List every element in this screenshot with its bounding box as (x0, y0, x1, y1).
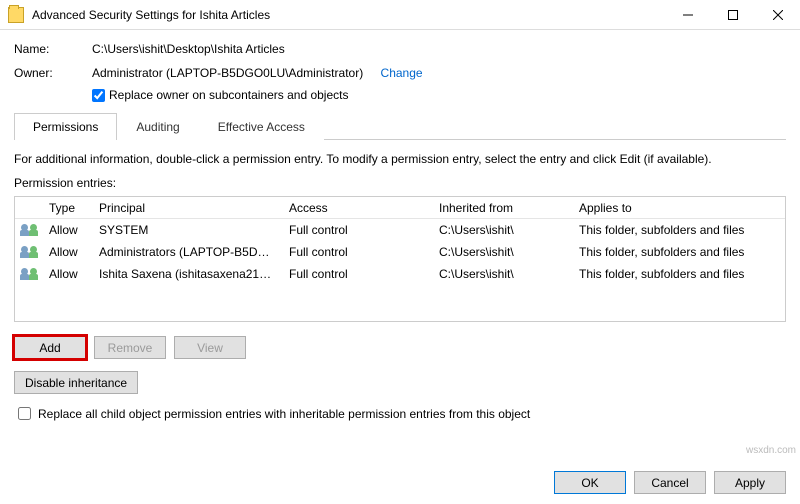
dialog-buttons: OK Cancel Apply (554, 471, 786, 494)
col-inherited[interactable]: Inherited from (433, 201, 573, 215)
replace-owner-label: Replace owner on subcontainers and objec… (109, 88, 348, 102)
cell-principal: SYSTEM (93, 223, 283, 237)
titlebar: Advanced Security Settings for Ishita Ar… (0, 0, 800, 30)
disable-inheritance-button[interactable]: Disable inheritance (14, 371, 138, 394)
cell-access: Full control (283, 245, 433, 259)
apply-button[interactable]: Apply (714, 471, 786, 494)
name-row: Name: C:\Users\ishit\Desktop\Ishita Arti… (14, 42, 786, 56)
cell-applies: This folder, subfolders and files (573, 245, 785, 259)
remove-button: Remove (94, 336, 166, 359)
entry-buttons: Add Remove View (14, 336, 786, 359)
name-value: C:\Users\ishit\Desktop\Ishita Articles (92, 42, 285, 56)
tab-strip: Permissions Auditing Effective Access (14, 112, 786, 140)
maximize-icon (728, 10, 738, 20)
cell-access: Full control (283, 223, 433, 237)
table-row[interactable]: AllowSYSTEMFull controlC:\Users\ishit\Th… (15, 219, 785, 241)
col-access[interactable]: Access (283, 201, 433, 215)
replace-all-row[interactable]: Replace all child object permission entr… (14, 404, 786, 423)
disable-inheritance-row: Disable inheritance (14, 371, 786, 394)
principal-icon (15, 268, 43, 280)
watermark: wsxdn.com (746, 445, 796, 456)
close-icon (773, 10, 783, 20)
cell-principal: Administrators (LAPTOP-B5DGO... (93, 245, 283, 259)
tab-permissions[interactable]: Permissions (14, 113, 117, 140)
table-body: AllowSYSTEMFull controlC:\Users\ishit\Th… (15, 219, 785, 285)
col-applies[interactable]: Applies to (573, 201, 785, 215)
cancel-button[interactable]: Cancel (634, 471, 706, 494)
permissions-table: Type Principal Access Inherited from App… (14, 196, 786, 322)
content-area: Name: C:\Users\ishit\Desktop\Ishita Arti… (0, 30, 800, 423)
maximize-button[interactable] (710, 0, 755, 30)
principal-icon (15, 246, 43, 258)
close-button[interactable] (755, 0, 800, 30)
table-header: Type Principal Access Inherited from App… (15, 197, 785, 219)
cell-type: Allow (43, 267, 93, 281)
add-button[interactable]: Add (14, 336, 86, 359)
tab-effective-access[interactable]: Effective Access (199, 113, 324, 140)
principal-icon (15, 224, 43, 236)
folder-icon (8, 7, 24, 23)
owner-row: Owner: Administrator (LAPTOP-B5DGO0LU\Ad… (14, 66, 786, 102)
cell-applies: This folder, subfolders and files (573, 223, 785, 237)
cell-type: Allow (43, 245, 93, 259)
cell-inherited: C:\Users\ishit\ (433, 267, 573, 281)
replace-all-label: Replace all child object permission entr… (38, 407, 530, 421)
replace-owner-checkbox[interactable]: Replace owner on subcontainers and objec… (92, 88, 423, 102)
cell-inherited: C:\Users\ishit\ (433, 223, 573, 237)
cell-principal: Ishita Saxena (ishitasaxena2109... (93, 267, 283, 281)
tab-auditing[interactable]: Auditing (117, 113, 198, 140)
col-type[interactable]: Type (43, 201, 93, 215)
owner-label: Owner: (14, 66, 92, 80)
table-row[interactable]: AllowAdministrators (LAPTOP-B5DGO...Full… (15, 241, 785, 263)
cell-applies: This folder, subfolders and files (573, 267, 785, 281)
change-owner-link[interactable]: Change (381, 66, 423, 80)
minimize-icon (683, 10, 693, 20)
permission-entries-label: Permission entries: (14, 176, 786, 190)
cell-type: Allow (43, 223, 93, 237)
name-label: Name: (14, 42, 92, 56)
view-button: View (174, 336, 246, 359)
cell-access: Full control (283, 267, 433, 281)
col-principal[interactable]: Principal (93, 201, 283, 215)
window-title: Advanced Security Settings for Ishita Ar… (32, 8, 665, 22)
ok-button[interactable]: OK (554, 471, 626, 494)
replace-all-checkbox[interactable] (18, 407, 31, 420)
owner-value: Administrator (LAPTOP-B5DGO0LU\Administr… (92, 66, 363, 80)
cell-inherited: C:\Users\ishit\ (433, 245, 573, 259)
table-spacer (15, 285, 785, 321)
replace-owner-input[interactable] (92, 89, 105, 102)
table-row[interactable]: AllowIshita Saxena (ishitasaxena2109...F… (15, 263, 785, 285)
info-text: For additional information, double-click… (14, 152, 786, 166)
minimize-button[interactable] (665, 0, 710, 30)
